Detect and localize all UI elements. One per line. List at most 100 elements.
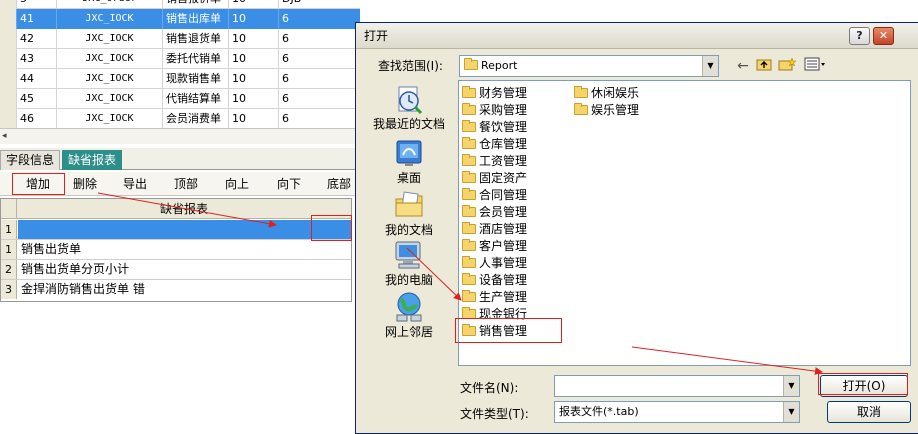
close-button[interactable]: ✕ — [873, 27, 894, 45]
row-number: 2 — [1, 260, 17, 279]
chevron-down-icon[interactable]: ▼ — [783, 376, 799, 396]
table-row[interactable]: 2 销售出货单分页小计 — [1, 260, 351, 280]
move-down-button[interactable]: 向下 — [270, 175, 308, 193]
folder-item[interactable]: 酒店管理 — [462, 221, 527, 238]
look-in-combo[interactable]: Report ▼ — [459, 55, 719, 77]
cell-v1: 10 — [229, 9, 279, 29]
folder-icon — [462, 86, 476, 98]
folder-name: 财务管理 — [479, 86, 528, 100]
table-row[interactable]: 46 JXC_IOCK 会员消费单 10 6 — [0, 109, 360, 129]
table-row[interactable]: 44 JXC_IOCK 现款销售单 10 6 — [0, 69, 360, 89]
folder-item[interactable]: 休闲娱乐 — [574, 85, 639, 102]
help-button[interactable]: ? — [849, 27, 870, 45]
filename-label: 文件名(N): — [460, 381, 519, 395]
folder-item[interactable]: 设备管理 — [462, 272, 527, 289]
folder-icon — [462, 290, 476, 302]
delete-button[interactable]: 删除 — [66, 175, 104, 193]
top-button[interactable]: 顶部 — [167, 175, 205, 193]
chevron-down-icon[interactable]: ▼ — [702, 56, 718, 76]
table-row[interactable]: 5 JXC_Order 销售报价单 10 DJB — [0, 0, 360, 9]
folder-icon — [462, 188, 476, 200]
filetype-label: 文件类型(T): — [460, 407, 529, 421]
tab-field-info[interactable]: 字段信息 — [0, 150, 61, 170]
folder-icon — [462, 324, 476, 336]
desktop-icon — [393, 137, 425, 169]
table-grid: 5 JXC_Order 销售报价单 10 DJB 41 JXC_IOCK 销售出… — [0, 0, 360, 130]
row-indicator — [0, 0, 17, 9]
export-button[interactable]: 导出 — [116, 175, 154, 193]
folder-icon — [462, 239, 476, 251]
folder-icon — [462, 205, 476, 217]
folder-item[interactable]: 生产管理 — [462, 289, 527, 306]
table-row[interactable]: 42 JXC_IOCK 销售退货单 10 6 — [0, 29, 360, 49]
folder-item[interactable]: 合同管理 — [462, 187, 527, 204]
folder-item[interactable]: 人事管理 — [462, 255, 527, 272]
folder-name: 酒店管理 — [479, 222, 528, 236]
cell-name: JXC_Order — [57, 0, 163, 9]
scroll-left-icon[interactable]: ◂ — [2, 131, 7, 141]
report-name-cell: 销售出货单 — [21, 242, 82, 256]
folder-name: 生产管理 — [479, 290, 528, 304]
folder-item[interactable]: 仓库管理 — [462, 136, 527, 153]
horizontal-scrollbar[interactable]: ◂ — [0, 128, 360, 144]
folder-item[interactable]: 采购管理 — [462, 102, 527, 119]
bottom-button[interactable]: 底部 — [320, 175, 358, 193]
cancel-button[interactable]: 取消 — [827, 401, 911, 423]
table-row-selected[interactable]: 41 JXC_IOCK 销售出库单 10 6 — [0, 9, 360, 29]
folder-name: 采购管理 — [479, 103, 528, 117]
place-my-documents[interactable]: 我的文档 — [366, 189, 452, 238]
folder-icon — [462, 273, 476, 285]
cell-name: JXC_IOCK — [57, 49, 163, 69]
folder-item[interactable]: 会员管理 — [462, 204, 527, 221]
folder-item-sales-management[interactable]: 销售管理 — [462, 323, 527, 340]
folder-name: 工资管理 — [479, 154, 528, 168]
open-button[interactable]: 打开(O) — [820, 375, 908, 397]
place-recent-documents[interactable]: 我最近的文档 — [366, 83, 452, 132]
folder-icon — [462, 256, 476, 268]
folder-item[interactable]: 餐饮管理 — [462, 119, 527, 136]
grid-header: 缺省报表 — [1, 199, 351, 219]
cell-num: 5 — [17, 0, 57, 9]
folder-item[interactable]: 客户管理 — [462, 238, 527, 255]
folder-item[interactable]: 工资管理 — [462, 153, 527, 170]
open-file-dialog: 打开 ? ✕ 查找范围(I): Report ▼ ← 我最近的文档 桌面 我的文… — [355, 22, 918, 434]
chevron-down-icon[interactable]: ▼ — [783, 402, 799, 422]
report-name-cell[interactable] — [18, 220, 351, 239]
look-in-label: 查找范围(I): — [378, 59, 443, 73]
table-row[interactable]: 43 JXC_IOCK 委托代销单 10 6 — [0, 49, 360, 69]
up-folder-icon[interactable] — [755, 57, 773, 75]
cell-num: 44 — [17, 69, 57, 89]
folder-item[interactable]: 娱乐管理 — [574, 102, 639, 119]
folder-name: 设备管理 — [479, 273, 528, 287]
tab-default-reports[interactable]: 缺省报表 — [62, 150, 123, 170]
back-arrow-icon[interactable]: ← — [734, 57, 752, 75]
place-my-computer[interactable]: 我的电脑 — [366, 239, 452, 288]
add-button[interactable]: 增加 — [12, 175, 64, 193]
folder-item[interactable]: 现金银行 — [462, 306, 527, 323]
cell-num: 41 — [17, 9, 57, 29]
filename-input[interactable]: ▼ — [554, 375, 800, 397]
cell-v1: 10 — [229, 49, 279, 69]
table-row[interactable]: 45 JXC_IOCK 代销结算单 10 6 — [0, 89, 360, 109]
view-menu-icon[interactable] — [803, 57, 827, 75]
folder-item[interactable]: 固定资产 — [462, 170, 527, 187]
folder-item[interactable]: 财务管理 — [462, 85, 527, 102]
folder-name: 销售管理 — [479, 324, 528, 338]
folder-name: 现金银行 — [479, 307, 528, 321]
look-in-value: Report — [464, 56, 517, 76]
table-row[interactable]: 3 金捍消防销售出货单 错 — [1, 280, 351, 300]
place-desktop[interactable]: 桌面 — [366, 137, 452, 186]
place-network[interactable]: 网上邻居 — [366, 291, 452, 340]
place-label: 我最近的文档 — [372, 117, 445, 131]
move-up-button[interactable]: 向上 — [218, 175, 256, 193]
table-row-new[interactable]: 1 — [1, 220, 351, 240]
filetype-select[interactable]: 报表文件(*.tab) ▼ — [554, 401, 800, 423]
row-indicator — [0, 69, 17, 89]
new-folder-icon[interactable] — [778, 57, 797, 75]
folder-list-view[interactable]: 财务管理 采购管理 餐饮管理 仓库管理 工资管理 固定资产 合同管理 会员管理 … — [458, 80, 911, 366]
table-row[interactable]: 1 销售出货单 — [1, 240, 351, 260]
default-report-grid: 缺省报表 1 1 销售出货单 2 销售出货单分页小计 3 金捍消防销售出货单 错 — [0, 198, 352, 302]
my-documents-icon — [393, 189, 425, 221]
cell-num: 45 — [17, 89, 57, 109]
row-indicator — [0, 9, 17, 29]
